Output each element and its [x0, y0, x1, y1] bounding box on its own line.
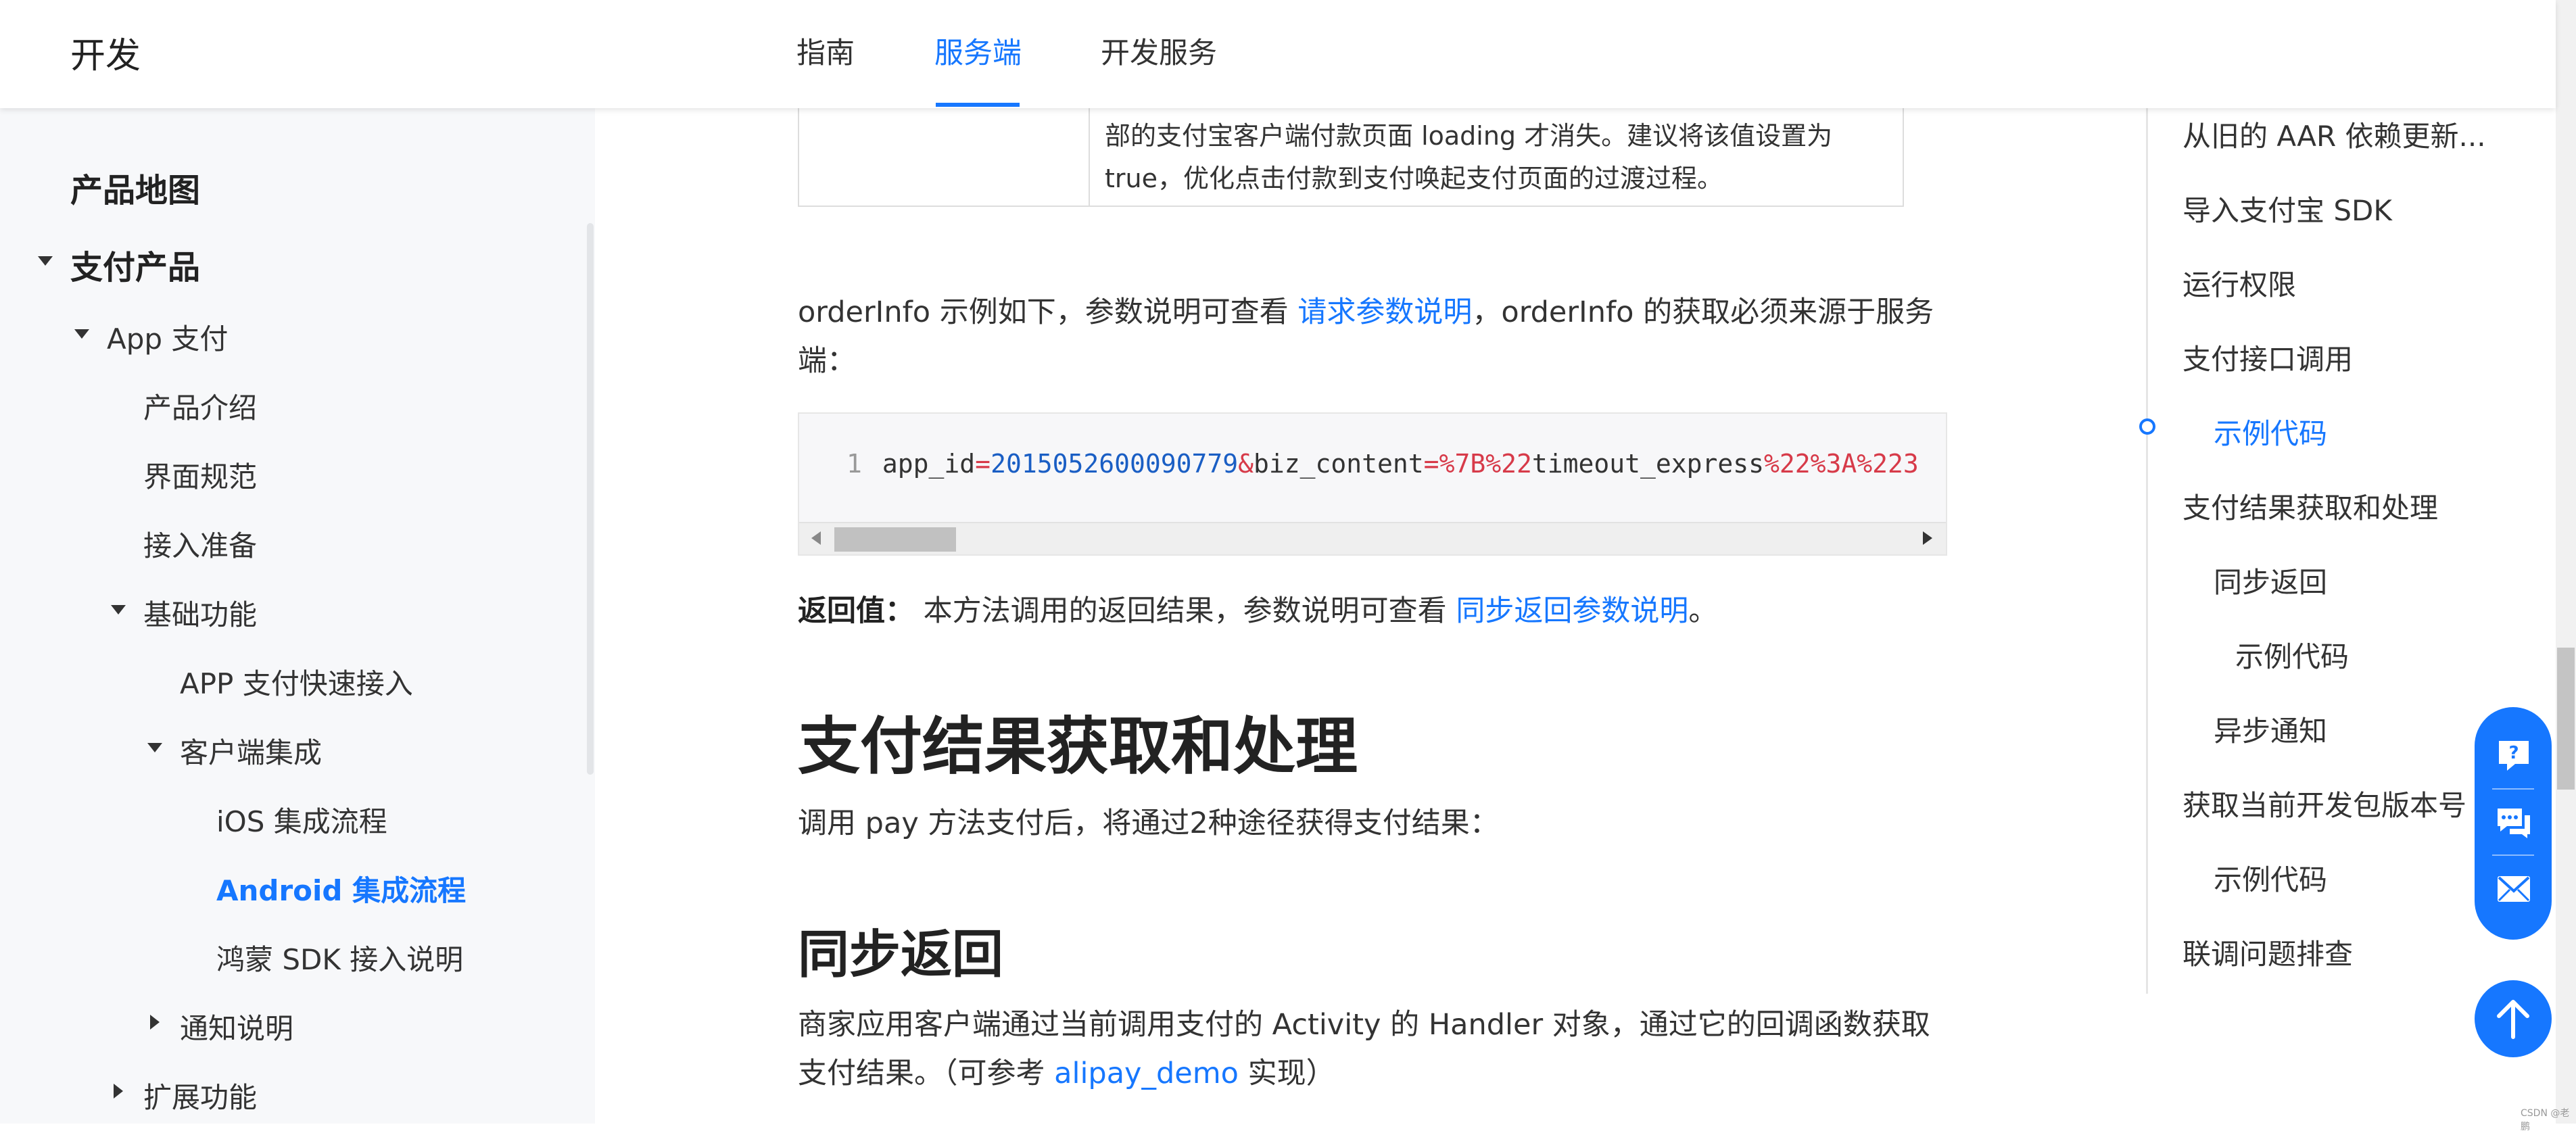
chat-icon[interactable] [2495, 803, 2533, 841]
scroll-right-arrow-icon[interactable] [1923, 531, 1932, 545]
site-brand[interactable]: 开发 [70, 27, 141, 78]
code-token: biz_content [1254, 449, 1424, 479]
parameter-table: 部的支付宝客户端付款页面 loading 才消失。建议将该值设置为 true，优… [798, 108, 1904, 207]
code-token: %22 [1485, 449, 1532, 479]
sidebar-item-integration-prep[interactable]: 接入准备 [143, 523, 257, 564]
sidebar-scrollbar[interactable] [587, 223, 594, 775]
floating-service-bar: ? [2475, 707, 2552, 940]
code-token: app_id [882, 449, 976, 479]
sidebar-item-app-pay[interactable]: App 支付 [107, 316, 228, 358]
toc-item-sdk-version[interactable]: 获取当前开发包版本号 [2183, 783, 2466, 824]
float-divider [2492, 854, 2534, 856]
return-value-end: 。 [1688, 594, 1718, 628]
watermark: CSDN @老鹏 [2521, 1108, 2570, 1132]
code-token: = [1423, 449, 1439, 479]
return-value-label: 返回值： [798, 594, 914, 628]
code-horizontal-scrollbar[interactable] [799, 522, 1946, 554]
sidebar-item-extended-functions[interactable]: 扩展功能 [143, 1075, 257, 1116]
sidebar-item-ui-spec[interactable]: 界面规范 [143, 454, 257, 496]
float-divider [2492, 788, 2534, 790]
orderinfo-intro-text: orderInfo 示例如下，参数说明可查看 [798, 295, 1298, 329]
tab-server[interactable]: 服务端 [934, 30, 1022, 72]
toc-item-import-sdk[interactable]: 导入支付宝 SDK [2183, 188, 2392, 229]
toc-item-debug-troubleshoot[interactable]: 联调问题排查 [2183, 932, 2353, 973]
sidebar-item-basic-functions[interactable]: 基础功能 [143, 592, 257, 633]
code-token: & [1238, 449, 1254, 479]
code-token: %3A [1810, 449, 1857, 479]
toc-item-sample-code[interactable]: 示例代码 [2214, 411, 2327, 452]
caret-down-icon[interactable] [111, 605, 126, 614]
return-value-text: 本方法调用的返回结果，参数说明可查看 [914, 594, 1456, 628]
sync-description-end: 实现） [1238, 1057, 1335, 1090]
sidebar-item-product-intro[interactable]: 产品介绍 [143, 385, 257, 427]
sidebar-item-app-quick-access[interactable]: APP 支付快速接入 [180, 661, 413, 702]
sidebar: 产品地图 支付产品 App 支付 产品介绍 界面规范 接入准备 基础功能 APP… [0, 108, 595, 1124]
sidebar-item-payment-products[interactable]: 支付产品 [70, 241, 200, 288]
code-token: = [975, 449, 991, 479]
toc-track-line [2146, 108, 2148, 994]
sidebar-item-harmony-sdk[interactable]: 鸿蒙 SDK 接入说明 [216, 937, 463, 978]
sync-description: 商家应用客户端通过当前调用支付的 Activity 的 Handler 对象，通… [798, 1001, 1947, 1098]
toc-item-sync-sample-code[interactable]: 示例代码 [2235, 634, 2349, 675]
sidebar-item-ios-flow[interactable]: iOS 集成流程 [216, 799, 387, 840]
sidebar-item-product-map[interactable]: 产品地图 [70, 164, 200, 211]
toc-item-version-sample-code[interactable]: 示例代码 [2214, 857, 2327, 898]
caret-down-icon[interactable] [147, 743, 162, 752]
code-token: timeout_express [1531, 449, 1765, 479]
toc-item-aar-update[interactable]: 从旧的 AAR 依赖更新... [2183, 114, 2486, 155]
code-token: 2015052600090779 [991, 449, 1239, 479]
svg-text:?: ? [2508, 743, 2519, 763]
toc-item-pay-api-call[interactable]: 支付接口调用 [2183, 337, 2353, 378]
code-token: %223 [1857, 449, 1919, 479]
toc-item-sync-return[interactable]: 同步返回 [2214, 560, 2327, 601]
caret-right-icon[interactable] [114, 1084, 123, 1099]
top-navigation-bar: 开发 指南 服务端 开发服务 [0, 0, 2556, 108]
code-token: %7B [1439, 449, 1486, 479]
code-line-number: 1 [846, 449, 862, 479]
heading-sync-return: 同步返回 [798, 924, 1003, 984]
caret-down-icon[interactable] [38, 256, 53, 266]
toc-item-payment-result[interactable]: 支付结果获取和处理 [2183, 485, 2438, 527]
scrollbar-thumb[interactable] [834, 527, 956, 552]
arrow-up-icon [2497, 1000, 2529, 1039]
orderinfo-intro: orderInfo 示例如下，参数说明可查看 请求参数说明，orderInfo … [798, 288, 1947, 385]
toc-item-runtime-permission[interactable]: 运行权限 [2183, 262, 2296, 304]
back-to-top-button[interactable] [2475, 980, 2552, 1057]
toc-item-async-notify[interactable]: 异步通知 [2214, 708, 2327, 750]
request-params-link[interactable]: 请求参数说明 [1297, 295, 1472, 329]
sync-return-params-link[interactable]: 同步返回参数说明 [1456, 594, 1688, 628]
return-value-paragraph: 返回值： 本方法调用的返回结果，参数说明可查看 同步返回参数说明。 [798, 587, 1947, 635]
sync-description-text: 商家应用客户端通过当前调用支付的 Activity 的 Handler 对象，通… [798, 1008, 1930, 1090]
sidebar-item-android-flow[interactable]: Android 集成流程 [216, 868, 466, 909]
caret-down-icon[interactable] [74, 329, 89, 339]
sidebar-item-client-integration[interactable]: 客户端集成 [180, 730, 322, 771]
table-column-divider [1089, 108, 1090, 206]
alipay-demo-link[interactable]: alipay_demo [1054, 1057, 1239, 1090]
code-block: 1 app_id=2015052600090779&biz_content=%7B… [798, 412, 1947, 556]
help-icon[interactable]: ? [2495, 737, 2533, 775]
sidebar-item-notification[interactable]: 通知说明 [180, 1006, 293, 1047]
code-token: %22 [1764, 449, 1811, 479]
tab-dev-services[interactable]: 开发服务 [1101, 30, 1217, 72]
caret-right-icon[interactable] [150, 1015, 160, 1030]
tab-guide[interactable]: 指南 [796, 30, 855, 72]
scroll-left-arrow-icon[interactable] [811, 531, 821, 545]
page-scrollbar-thumb[interactable] [2557, 648, 2575, 790]
heading-payment-result: 支付结果获取和处理 [798, 710, 1358, 783]
table-cell-description: 部的支付宝客户端付款页面 loading 才消失。建议将该值设置为 true，优… [1105, 121, 1833, 193]
active-tab-indicator [936, 103, 1020, 107]
feedback-mail-icon[interactable] [2495, 869, 2533, 907]
result-description: 调用 pay 方法支付后，将通过2种途径获得支付结果： [798, 806, 1499, 840]
toc-active-indicator [2139, 418, 2155, 435]
code-line: 1 app_id=2015052600090779&biz_content=%7B… [846, 449, 1919, 479]
page-scrollbar[interactable] [2556, 0, 2576, 1124]
